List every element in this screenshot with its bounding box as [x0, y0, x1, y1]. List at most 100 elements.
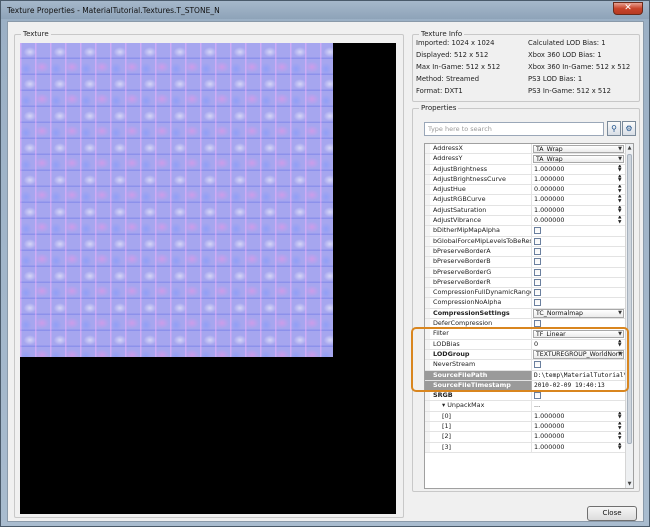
property-value[interactable]: TEXTUREGROUP_WorldNorm ▼ — [532, 350, 626, 359]
property-value[interactable]: 1.000000 ▲ ▼ — [532, 206, 626, 215]
property-value[interactable] — [532, 226, 626, 235]
property-value[interactable]: D:\temp\MaterialTutorial\T — [532, 370, 626, 380]
property-checkbox[interactable] — [534, 299, 541, 307]
property-value[interactable] — [532, 268, 626, 277]
property-row[interactable]: [1] 1.000000 ▲ ▼ — [425, 422, 626, 433]
property-checkbox[interactable] — [534, 278, 541, 286]
property-value[interactable] — [532, 288, 626, 297]
property-row[interactable]: bPreserveBorderR — [425, 277, 626, 289]
property-row[interactable]: ▾ UnpackMax... — [425, 401, 626, 412]
property-value[interactable]: TA_Wrap ▼ — [532, 144, 626, 153]
property-row[interactable]: bGlobalForceMipLevelsToBeResid — [425, 236, 626, 247]
scroll-up-icon[interactable]: ▲ — [626, 144, 633, 152]
property-checkbox[interactable] — [534, 237, 541, 245]
property-checkbox[interactable] — [534, 258, 541, 266]
spinner-arrows-icon[interactable]: ▲ ▼ — [618, 175, 624, 184]
property-row[interactable]: SourceFileTimestamp 2010-02-09 19:40:13 — [425, 380, 626, 392]
property-value[interactable]: 2010-02-09 19:40:13 — [532, 380, 626, 391]
property-row[interactable]: [2] 1.000000 ▲ ▼ — [425, 432, 626, 443]
property-row[interactable]: AddressY TA_Wrap ▼ — [425, 154, 626, 165]
property-value[interactable]: 1.000000 ▲ ▼ — [532, 443, 626, 452]
property-value[interactable] — [532, 360, 626, 369]
spinner-arrows-icon[interactable]: ▲ ▼ — [618, 216, 624, 225]
property-grid-scrollbar[interactable]: ▲ ▼ — [625, 144, 633, 488]
property-row[interactable]: bDitherMipMapAlpha — [425, 226, 626, 237]
property-row[interactable]: AdjustBrightnessCurve 1.000000 ▲ ▼ — [425, 174, 626, 186]
property-checkbox[interactable] — [534, 268, 541, 276]
property-dropdown[interactable]: TC_Normalmap ▼ — [533, 309, 624, 318]
property-row[interactable]: SourceFilePath D:\temp\MaterialTutorial\T — [425, 370, 626, 381]
chevron-down-icon[interactable]: ▼ — [618, 156, 622, 162]
property-checkbox[interactable] — [534, 289, 541, 297]
spinner-arrows-icon[interactable]: ▲ ▼ — [618, 340, 624, 349]
property-value[interactable]: 1.000000 ▲ ▼ — [532, 412, 626, 421]
property-value[interactable]: ... — [532, 401, 626, 410]
property-row[interactable]: [3] 1.000000 ▲ ▼ — [425, 442, 626, 453]
property-value[interactable]: 1.000000 ▲ ▼ — [532, 165, 626, 174]
property-value[interactable] — [532, 278, 626, 287]
property-row[interactable]: AddressX TA_Wrap ▼ — [425, 144, 626, 155]
property-value[interactable] — [532, 391, 626, 400]
search-options-icon[interactable]: ⚙ — [622, 121, 636, 136]
property-checkbox[interactable] — [534, 361, 541, 369]
property-row[interactable]: AdjustSaturation 1.000000 ▲ ▼ — [425, 205, 626, 217]
property-row[interactable]: DeferCompression — [425, 319, 626, 330]
property-row[interactable]: bPreserveBorderB — [425, 257, 626, 268]
property-value[interactable]: 1.000000 ▲ ▼ — [532, 195, 626, 204]
property-row[interactable]: bPreserveBorderG — [425, 267, 626, 278]
texture-viewport[interactable] — [20, 43, 396, 514]
property-value[interactable] — [532, 257, 626, 266]
property-row[interactable]: AdjustBrightness 1.000000 ▲ ▼ — [425, 164, 626, 175]
property-value[interactable]: 1.000000 ▲ ▼ — [532, 175, 626, 184]
property-checkbox[interactable] — [534, 227, 541, 235]
property-row[interactable]: AdjustVibrance 0.000000 ▲ ▼ — [425, 216, 626, 227]
property-row[interactable]: NeverStream — [425, 360, 626, 371]
property-value[interactable] — [532, 237, 626, 246]
spinner-arrows-icon[interactable]: ▲ ▼ — [618, 443, 624, 452]
spinner-arrows-icon[interactable]: ▲ ▼ — [618, 185, 624, 194]
search-icon[interactable]: ⚲ — [607, 121, 621, 136]
property-checkbox[interactable] — [534, 247, 541, 255]
property-value[interactable]: 0 ▲ ▼ — [532, 340, 626, 349]
property-value[interactable]: TC_Normalmap ▼ — [532, 309, 626, 318]
property-row[interactable]: AdjustHue 0.000000 ▲ ▼ — [425, 185, 626, 196]
chevron-down-icon[interactable]: ▼ — [618, 352, 622, 357]
property-dropdown[interactable]: TEXTUREGROUP_WorldNorm ▼ — [533, 350, 624, 359]
title-bar[interactable]: Texture Properties - MaterialTutorial.Te… — [1, 1, 649, 20]
chevron-down-icon[interactable]: ▼ — [618, 331, 622, 337]
property-value[interactable]: 0.000000 ▲ ▼ — [532, 185, 626, 194]
property-row[interactable]: Filter TF_Linear ▼ — [425, 329, 626, 340]
property-value[interactable] — [532, 247, 626, 256]
property-checkbox[interactable] — [534, 320, 541, 328]
property-value[interactable] — [532, 319, 626, 328]
property-value[interactable]: 1.000000 ▲ ▼ — [532, 422, 626, 431]
close-button[interactable]: Close — [587, 506, 637, 521]
spinner-arrows-icon[interactable]: ▲ ▼ — [618, 165, 624, 174]
spinner-arrows-icon[interactable]: ▲ ▼ — [618, 206, 624, 215]
property-row[interactable]: LODGroup TEXTUREGROUP_WorldNorm ▼ — [425, 349, 626, 361]
property-row[interactable]: [0] 1.000000 ▲ ▼ — [425, 411, 626, 423]
property-row[interactable]: CompressionFullDynamicRange — [425, 288, 626, 299]
scrollbar-thumb[interactable] — [627, 154, 632, 444]
property-row[interactable]: SRGB — [425, 391, 626, 402]
property-row[interactable]: bPreserveBorderA — [425, 246, 626, 258]
property-row[interactable]: LODBias 0 ▲ ▼ — [425, 339, 626, 350]
spinner-arrows-icon[interactable]: ▲ ▼ — [618, 432, 624, 441]
spinner-arrows-icon[interactable]: ▲ ▼ — [618, 422, 624, 431]
property-checkbox[interactable] — [534, 392, 541, 400]
property-value[interactable]: 1.000000 ▲ ▼ — [532, 432, 626, 441]
property-value[interactable] — [532, 298, 626, 307]
spinner-arrows-icon[interactable]: ▲ ▼ — [618, 195, 624, 204]
property-row[interactable]: CompressionNoAlpha — [425, 298, 626, 309]
property-value[interactable]: TF_Linear ▼ — [532, 329, 626, 339]
scroll-down-icon[interactable]: ▼ — [626, 480, 633, 488]
chevron-down-icon[interactable]: ▼ — [618, 146, 622, 152]
window-close-button[interactable]: ✕ — [613, 2, 643, 15]
property-dropdown[interactable]: TF_Linear ▼ — [533, 329, 624, 339]
property-search-input[interactable]: Type here to search — [424, 122, 604, 136]
property-row[interactable]: AdjustRGBCurve 1.000000 ▲ ▼ — [425, 195, 626, 206]
property-dropdown[interactable]: TA_Wrap ▼ — [533, 144, 624, 153]
property-row[interactable]: CompressionSettings TC_Normalmap ▼ — [425, 308, 626, 320]
property-dropdown[interactable]: TA_Wrap ▼ — [533, 154, 624, 164]
property-value[interactable]: TA_Wrap ▼ — [532, 154, 626, 164]
